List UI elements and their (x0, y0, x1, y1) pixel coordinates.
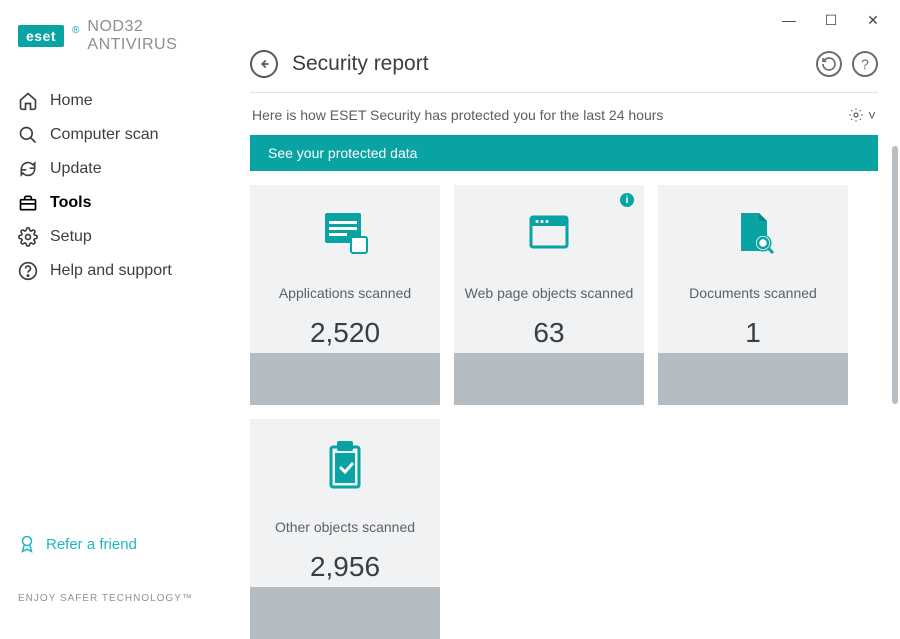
sidebar-item-scan[interactable]: Computer scan (0, 118, 228, 152)
sidebar-item-help[interactable]: Help and support (0, 254, 228, 288)
sidebar-item-label: Setup (50, 228, 92, 246)
gear-icon (18, 227, 38, 247)
chevron-down-icon: ˅ (868, 107, 876, 123)
main-content: Security report ? Here is how ESET Secur… (228, 0, 900, 620)
page-header: Security report ? (250, 50, 878, 93)
nav: Home Computer scan Update Tools (0, 84, 228, 288)
protected-data-banner[interactable]: See your protected data (250, 135, 878, 171)
sidebar-item-home[interactable]: Home (0, 84, 228, 118)
toolbox-icon (18, 193, 38, 213)
card-other-objects-scanned[interactable]: Other objects scanned 2,956 (250, 419, 440, 639)
subtitle-text: Here is how ESET Security has protected … (252, 107, 663, 123)
applications-icon (319, 209, 371, 257)
document-search-icon (727, 209, 779, 257)
card-label: Other objects scanned (267, 509, 423, 545)
card-documents-scanned[interactable]: Documents scanned 1 (658, 185, 848, 405)
refer-a-friend-link[interactable]: Refer a friend (0, 535, 228, 593)
sidebar-item-label: Tools (50, 194, 91, 212)
scrollbar[interactable] (892, 146, 898, 404)
sidebar-item-label: Home (50, 92, 93, 110)
card-value: 1 (745, 317, 761, 349)
subtitle-row: Here is how ESET Security has protected … (250, 93, 878, 135)
card-web-objects-scanned[interactable]: i Web page objects scanned 63 (454, 185, 644, 405)
card-value: 2,956 (310, 551, 380, 583)
search-icon (18, 125, 38, 145)
home-icon (18, 91, 38, 111)
brand: eset ® NOD32 ANTIVIRUS (0, 18, 228, 84)
award-icon (18, 535, 36, 553)
card-value: 63 (533, 317, 564, 349)
clipboard-check-icon (319, 443, 371, 491)
sidebar: eset ® NOD32 ANTIVIRUS Home Computer sca… (0, 0, 228, 620)
browser-icon (523, 209, 575, 257)
card-value: 2,520 (310, 317, 380, 349)
brand-product: NOD32 ANTIVIRUS (87, 18, 210, 54)
card-label: Documents scanned (681, 275, 825, 311)
card-label: Applications scanned (271, 275, 419, 311)
stat-cards: Applications scanned 2,520 i Web page ob… (250, 185, 878, 639)
sidebar-item-update[interactable]: Update (0, 152, 228, 186)
sidebar-item-label: Computer scan (50, 126, 159, 144)
refresh-icon (18, 159, 38, 179)
help-icon (18, 261, 38, 281)
sidebar-item-label: Help and support (50, 262, 172, 280)
sidebar-item-setup[interactable]: Setup (0, 220, 228, 254)
help-button[interactable]: ? (852, 51, 878, 77)
brand-reg: ® (72, 25, 79, 36)
page-title: Security report (292, 52, 429, 76)
card-label: Web page objects scanned (457, 275, 642, 311)
sidebar-item-label: Update (50, 160, 102, 178)
refer-label: Refer a friend (46, 536, 137, 553)
settings-dropdown[interactable]: ˅ (848, 107, 876, 123)
brand-logo: eset (18, 25, 64, 47)
reload-button[interactable] (816, 51, 842, 77)
sidebar-item-tools[interactable]: Tools (0, 186, 228, 220)
gear-icon (848, 107, 864, 123)
tagline: ENJOY SAFER TECHNOLOGY™ (0, 593, 228, 620)
back-button[interactable] (250, 50, 278, 78)
info-icon[interactable]: i (620, 193, 634, 207)
card-applications-scanned[interactable]: Applications scanned 2,520 (250, 185, 440, 405)
